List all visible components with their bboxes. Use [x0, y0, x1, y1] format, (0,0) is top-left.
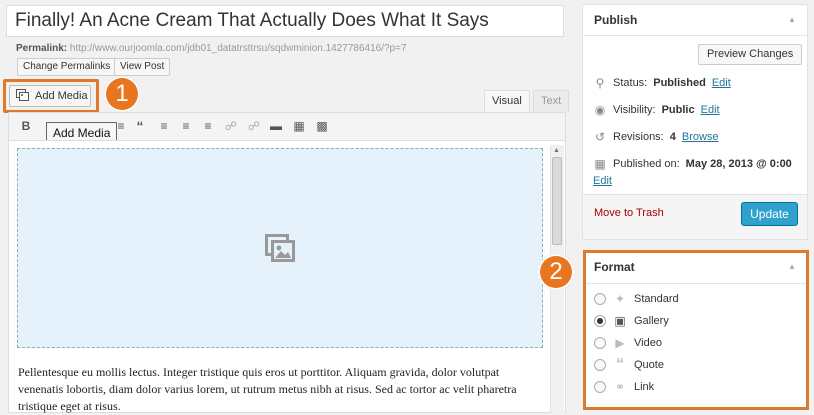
align-left-icon[interactable]: ≡	[155, 118, 173, 134]
visibility-label: Visibility:	[613, 104, 656, 116]
step-2-badge: 2	[538, 254, 574, 290]
format-option-gallery[interactable]: ▣ Gallery	[594, 314, 669, 328]
status-row: ⚲ Status: Published Edit	[593, 76, 731, 90]
pin-icon: ✦	[614, 292, 626, 306]
visibility-edit-link[interactable]: Edit	[701, 104, 720, 116]
eye-icon: ◉	[594, 103, 606, 117]
preview-changes-button[interactable]: Preview Changes	[698, 44, 803, 65]
post-title-input[interactable]: Finally! An Acne Cream That Actually Doe…	[6, 5, 564, 37]
quote-icon: “	[616, 356, 624, 373]
more-tag-icon[interactable]: ▬	[267, 118, 285, 134]
change-permalinks-button[interactable]: Change Permalinks	[17, 58, 117, 76]
view-post-button[interactable]: View Post	[114, 58, 171, 76]
format-divider	[586, 283, 806, 284]
pin-icon: ⚲	[595, 76, 605, 90]
step-1-badge: 1	[104, 76, 140, 112]
scroll-up-icon[interactable]: ▲	[553, 147, 560, 154]
move-to-trash-link[interactable]: Move to Trash	[594, 207, 664, 219]
format-label-standard: Standard	[634, 293, 679, 305]
calendar-icon: ▦	[594, 157, 606, 171]
tab-text[interactable]: Text	[533, 90, 570, 112]
published-label: Published on:	[613, 158, 680, 170]
format-label-link: Link	[634, 381, 655, 393]
kitchen-sink-icon[interactable]: ▩	[313, 118, 331, 134]
add-media-icon	[16, 88, 30, 104]
radio-quote[interactable]	[594, 359, 606, 371]
history-icon: ↺	[594, 130, 606, 144]
editor-paragraph[interactable]: Pellentesque eu mollis lectus. Integer t…	[18, 364, 540, 415]
video-icon: ▶	[615, 336, 625, 350]
publish-divider	[583, 35, 807, 36]
format-label-quote: Quote	[634, 359, 664, 371]
status-edit-link[interactable]: Edit	[712, 77, 731, 89]
permalink-url[interactable]: http://www.ourjoomla.com/jdb01_datatrstt…	[70, 43, 407, 54]
format-option-standard[interactable]: ✦ Standard	[594, 292, 679, 306]
revisions-label: Revisions:	[613, 131, 664, 143]
revisions-browse-link[interactable]: Browse	[682, 131, 719, 143]
unlink-icon[interactable]: ☍	[245, 118, 263, 134]
visibility-row: ◉ Visibility: Public Edit	[593, 103, 720, 117]
radio-video[interactable]	[594, 337, 606, 349]
publish-toggle-icon[interactable]: ▲	[788, 15, 796, 24]
status-label: Status:	[613, 77, 648, 89]
published-value: May 28, 2013 @ 0:00	[685, 158, 792, 170]
update-button[interactable]: Update	[741, 202, 798, 226]
revisions-row: ↺ Revisions: 4 Browse	[593, 130, 719, 144]
link-icon: ⚭	[614, 380, 626, 394]
add-media-button[interactable]: Add Media	[9, 85, 91, 107]
align-center-icon[interactable]: ≡	[177, 118, 195, 134]
status-value: Published	[653, 77, 706, 89]
format-title: Format	[594, 260, 635, 274]
visibility-value: Public	[661, 104, 695, 116]
add-media-label: Add Media	[35, 90, 88, 102]
format-option-quote[interactable]: “ Quote	[594, 356, 664, 373]
format-toggle-icon[interactable]: ▲	[788, 262, 796, 271]
link-toolbar-icon[interactable]: ☍	[222, 118, 240, 134]
bold-icon[interactable]: B	[17, 118, 35, 134]
published-on-row: ▦ Published on: May 28, 2013 @ 0:00	[593, 157, 792, 171]
blockquote-icon[interactable]: “	[131, 118, 149, 134]
format-option-video[interactable]: ▶ Video	[594, 336, 662, 350]
align-right-icon[interactable]: ≡	[199, 118, 217, 134]
permalink-label: Permalink:	[16, 43, 68, 54]
radio-gallery[interactable]	[594, 315, 606, 327]
editor-scrollbar-thumb[interactable]	[552, 157, 562, 245]
published-edit-link[interactable]: Edit	[593, 175, 612, 187]
radio-standard[interactable]	[594, 293, 606, 305]
radio-link[interactable]	[594, 381, 606, 393]
gallery-icon	[264, 233, 296, 266]
format-label-gallery: Gallery	[634, 315, 669, 327]
revisions-value: 4	[669, 131, 676, 143]
tab-visual[interactable]: Visual	[484, 90, 530, 112]
permalink-row: Permalink: http://www.ourjoomla.com/jdb0…	[16, 43, 407, 54]
gallery-icon: ▣	[614, 314, 626, 328]
format-label-video: Video	[634, 337, 662, 349]
format-option-link[interactable]: ⚭ Link	[594, 380, 654, 394]
fullscreen-icon[interactable]: ▦	[290, 118, 308, 134]
publish-title: Publish	[594, 13, 638, 27]
